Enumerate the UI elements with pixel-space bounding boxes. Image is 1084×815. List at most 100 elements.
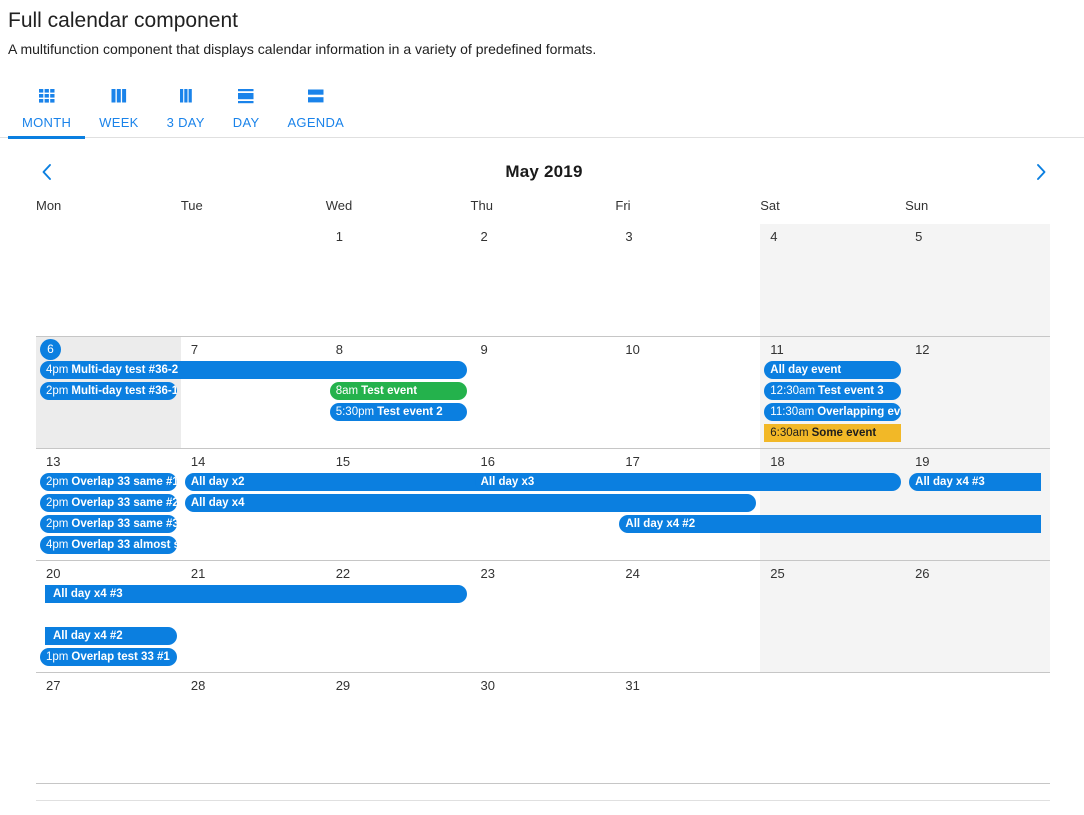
calendar-event[interactable]: All day x4: [184, 494, 757, 512]
day-cell[interactable]: 4: [760, 224, 906, 336]
calendar-period-label: May 2019: [505, 162, 583, 181]
day-cell[interactable]: 30: [471, 673, 616, 783]
weekday-header-mon: Mon: [36, 198, 62, 213]
event-title: All day event: [770, 364, 842, 376]
day-cell[interactable]: 2: [471, 224, 616, 336]
day-cell[interactable]: [905, 673, 1050, 783]
calendar-event[interactable]: 12:30am Test event 3: [764, 382, 902, 400]
event-time: 8am: [335, 385, 359, 397]
event-title: Test event 3: [818, 385, 884, 397]
day-cell[interactable]: [760, 673, 905, 783]
date-number: 19: [915, 454, 930, 469]
tab-month[interactable]: MONTH: [8, 80, 86, 139]
week-columns-icon-wrap: [108, 85, 130, 107]
event-time: 5:30pm: [335, 406, 375, 418]
day-cell[interactable]: 5: [905, 224, 1050, 336]
weekday-header-thu: Thu: [470, 198, 493, 213]
date-number: 5: [915, 229, 923, 244]
calendar-event[interactable]: All day x4 #3: [45, 585, 467, 603]
weekday-header-tue: Tue: [180, 198, 203, 213]
event-title: Multi-day test #36-2: [71, 364, 179, 376]
calendar-event[interactable]: 5:30pm Test event 2: [329, 403, 467, 421]
day-cell[interactable]: [36, 224, 181, 336]
date-number: 21: [190, 566, 206, 581]
calendar-event[interactable]: All day x4 #3: [909, 473, 1041, 491]
previous-month-button[interactable]: [30, 155, 64, 189]
day-cell[interactable]: 12: [905, 337, 1050, 448]
event-title: All day x4 #3: [915, 476, 985, 488]
day-cell[interactable]: 25: [760, 561, 906, 672]
event-title: Overlap 33 almost same: [71, 539, 176, 551]
calendar-event[interactable]: All day x3: [474, 473, 902, 491]
day-cell[interactable]: 24: [615, 561, 760, 672]
event-time: 2pm: [46, 497, 69, 509]
date-number: 27: [46, 678, 61, 693]
tab-agenda[interactable]: AGENDA: [273, 80, 358, 138]
calendar-event[interactable]: All day event: [764, 361, 902, 379]
calendar-toolbar: May 2019: [0, 148, 1084, 196]
event-title: All day x4 #3: [53, 588, 123, 600]
event-title: Overlap 33 same #3: [71, 518, 177, 530]
calendar-weeks: 1 2 3 4 5 6 7 8 9 10 11 12 4pm Multi-day test #36-2 2p…: [36, 224, 1050, 784]
event-time: 4pm: [46, 539, 69, 551]
event-time: 6:30am: [770, 427, 809, 439]
day-cell[interactable]: 22: [326, 561, 471, 672]
tab-label: DAY: [232, 115, 260, 130]
three-day-columns-icon: [179, 89, 192, 103]
date-number: 24: [625, 566, 640, 581]
tab-day[interactable]: DAY: [219, 80, 274, 138]
calendar-event[interactable]: 1pm Overlap test 33 #1: [40, 648, 177, 666]
day-cell[interactable]: 21: [181, 561, 326, 672]
calendar-event[interactable]: 4pmOverlap 33 almost same: [40, 536, 177, 554]
date-number: 1: [335, 229, 343, 244]
day-cell[interactable]: 23: [471, 561, 616, 672]
calendar-event[interactable]: 11:30amOverlapping event: [764, 403, 902, 421]
calendar-event[interactable]: All day x4 #2: [45, 627, 177, 645]
tab-label: AGENDA: [287, 115, 345, 130]
event-title: Test event 2: [377, 406, 443, 418]
tab-3-day[interactable]: 3 DAY: [153, 80, 219, 138]
tab-week[interactable]: WEEK: [85, 80, 152, 138]
day-cell[interactable]: 31: [615, 673, 760, 783]
day-cell[interactable]: 3: [615, 224, 760, 336]
month-grid-icon: [38, 89, 55, 103]
event-title: Overlapping event: [817, 406, 901, 418]
event-time: 4pm: [46, 364, 69, 376]
tab-label: MONTH: [22, 115, 72, 130]
calendar-event[interactable]: 2pm Multi-day test #36-1: [40, 382, 177, 400]
day-cell[interactable]: 26: [905, 561, 1050, 672]
week-columns-icon: [111, 89, 127, 103]
date-number: 12: [915, 342, 930, 357]
day-cell[interactable]: 19: [905, 449, 1050, 560]
agenda-rows-icon-wrap: [305, 85, 327, 107]
calendar-event[interactable]: 2pm Overlap 33 same #1: [40, 473, 177, 491]
next-month-button[interactable]: [1024, 155, 1058, 189]
date-number: 15: [335, 454, 351, 469]
calendar-event[interactable]: 8am Test event: [329, 382, 467, 400]
day-cell[interactable]: 7: [181, 337, 326, 448]
day-cell[interactable]: 1: [326, 224, 471, 336]
day-cell[interactable]: 29: [326, 673, 471, 783]
date-number: 25: [770, 566, 785, 581]
calendar-event[interactable]: All day x4 #2: [619, 515, 1041, 533]
day-cell[interactable]: [181, 224, 326, 336]
day-cell[interactable]: 27: [36, 673, 181, 783]
day-cell[interactable]: 10: [615, 337, 760, 448]
weekday-header-wed: Wed: [325, 198, 353, 213]
calendar-event[interactable]: 2pm Overlap 33 same #2: [40, 494, 177, 512]
weekday-header-fri: Fri: [615, 198, 631, 213]
calendar-week-row: 6 7 8 9 10 11 12 4pm Multi-day test #36-2 2pm Mult…: [36, 336, 1050, 448]
calendar-event[interactable]: 4pm Multi-day test #36-2: [40, 361, 467, 379]
event-title: All day x3: [480, 476, 535, 488]
date-number: 26: [915, 566, 930, 581]
tab-label: 3 DAY: [166, 115, 205, 130]
day-cell[interactable]: 9: [471, 337, 616, 448]
calendar-footer-divider: [36, 800, 1050, 801]
day-cell[interactable]: 28: [181, 673, 326, 783]
page-subtitle: A multifunction component that displays …: [8, 41, 597, 57]
agenda-rows-icon: [307, 89, 324, 103]
date-number: 22: [335, 566, 351, 581]
calendar-event[interactable]: 6:30am Some event: [764, 424, 902, 442]
calendar-event[interactable]: 2pm Overlap 33 same #3: [40, 515, 177, 533]
day-cell[interactable]: 18: [760, 449, 906, 560]
